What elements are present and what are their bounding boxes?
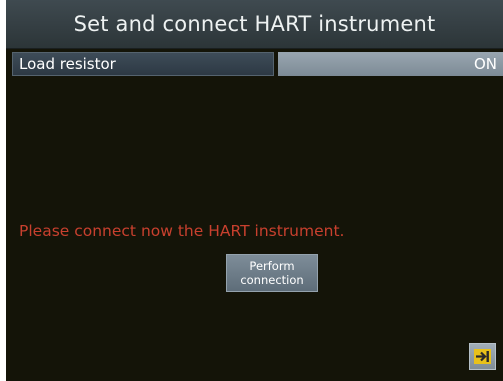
exit-icon — [474, 349, 491, 364]
connect-instruction: Please connect now the HART instrument. — [19, 222, 345, 240]
load-resistor-value[interactable]: ON — [278, 52, 503, 76]
device-screen: Set and connect HART instrument Load res… — [6, 0, 503, 381]
load-resistor-row[interactable]: Load resistor ON — [6, 52, 503, 76]
perform-connection-label-line2: connection — [240, 273, 304, 287]
load-resistor-label: Load resistor — [12, 52, 274, 76]
title-bar: Set and connect HART instrument — [6, 0, 503, 49]
perform-connection-label-line1: Perform — [249, 259, 295, 273]
page-title: Set and connect HART instrument — [73, 12, 436, 36]
exit-button[interactable] — [469, 343, 496, 370]
perform-connection-button[interactable]: Perform connection — [226, 254, 318, 292]
